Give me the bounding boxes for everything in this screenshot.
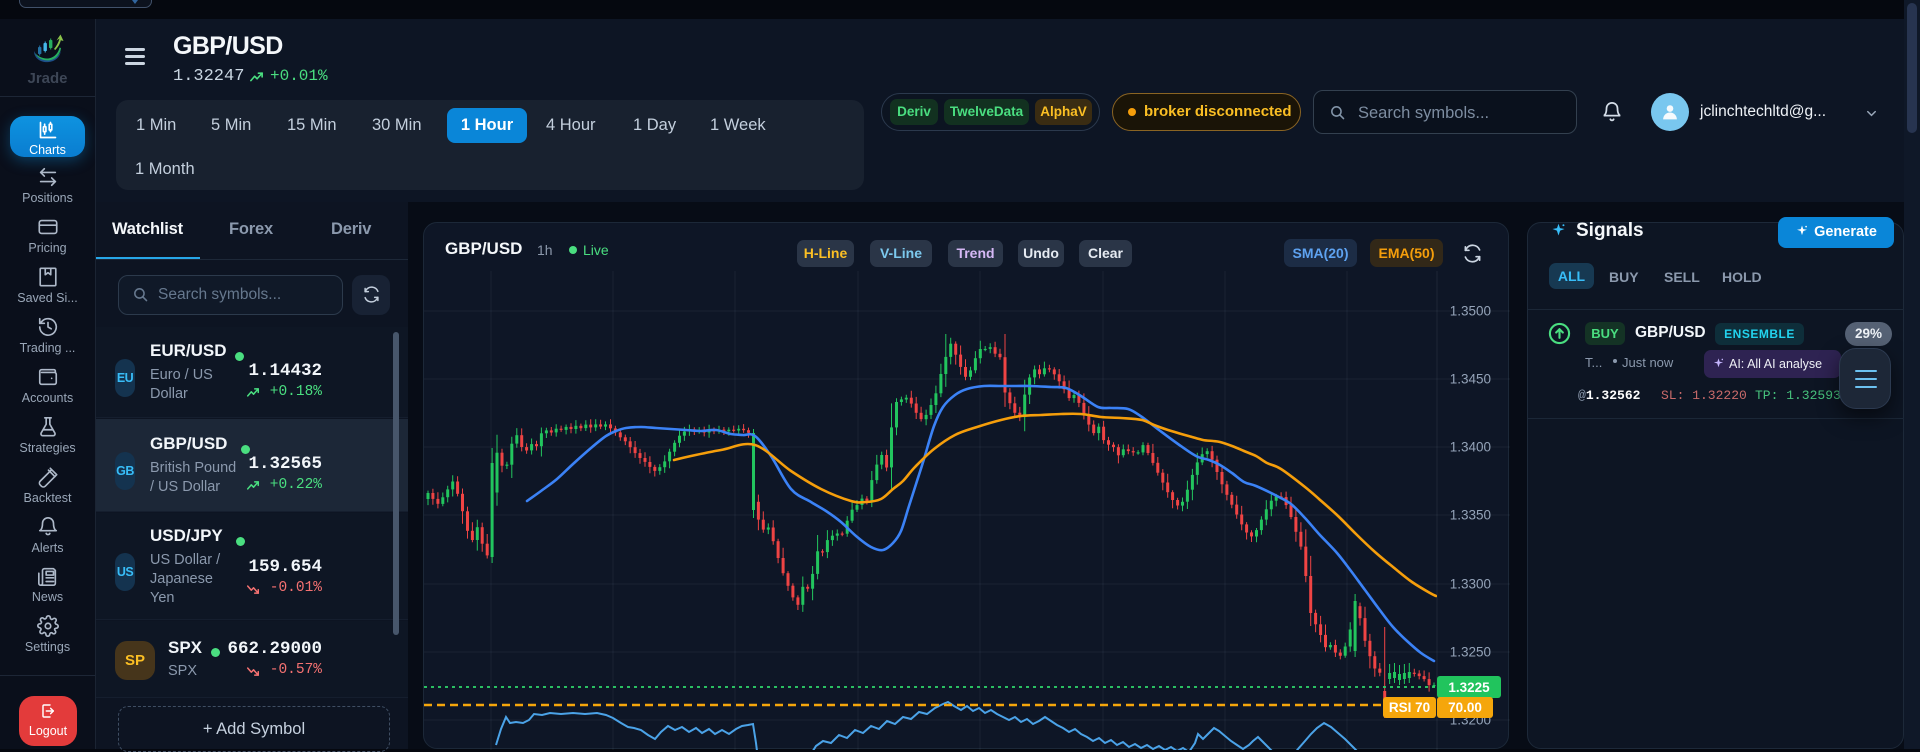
svg-text:1.3450: 1.3450 (1450, 372, 1491, 387)
svg-text:1.3250: 1.3250 (1450, 645, 1491, 660)
svg-text:1.3225: 1.3225 (1448, 680, 1490, 695)
svg-text:RSI 70: RSI 70 (1389, 700, 1430, 715)
svg-text:70.00: 70.00 (1448, 700, 1482, 715)
svg-text:1.3350: 1.3350 (1450, 508, 1491, 523)
svg-text:1.3400: 1.3400 (1450, 440, 1491, 455)
svg-text:1.3500: 1.3500 (1450, 304, 1491, 319)
svg-text:1.3300: 1.3300 (1450, 577, 1491, 592)
